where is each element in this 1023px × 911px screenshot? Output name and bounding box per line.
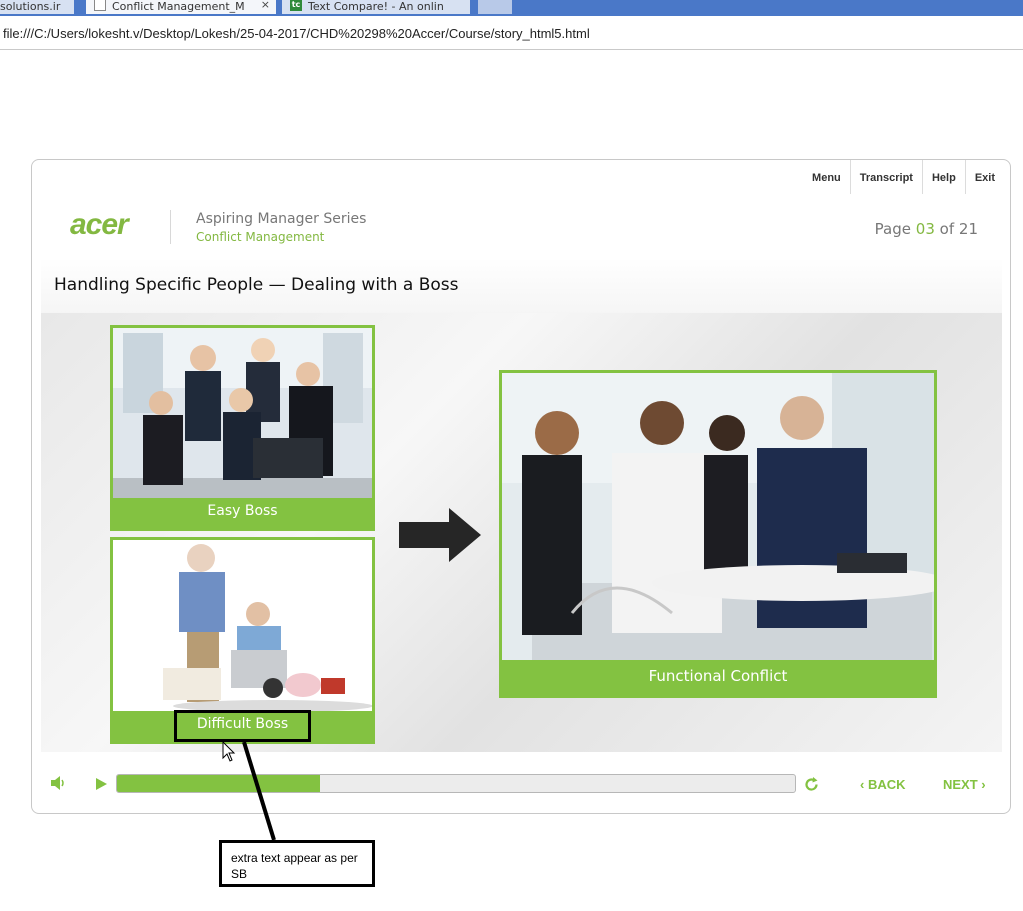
player-top-nav: Menu Transcript Help Exit	[803, 160, 1004, 194]
header-divider	[170, 210, 171, 244]
easy-boss-photo	[113, 328, 372, 498]
tab-label: solutions.ir	[0, 0, 61, 13]
browser-tab[interactable]: tc Text Compare! - An onlin	[282, 0, 470, 14]
functional-conflict-label: Functional Conflict	[648, 667, 788, 685]
progress-bar[interactable]	[116, 774, 796, 793]
slide-title: Handling Specific People — Dealing with …	[54, 275, 459, 295]
mouse-cursor-icon	[222, 741, 236, 762]
series-title: Aspiring Manager Series	[196, 211, 367, 227]
speaker-icon[interactable]	[50, 775, 66, 791]
tab-label: Text Compare! - An onlin	[308, 0, 444, 13]
slide-title-bar: Handling Specific People — Dealing with …	[41, 258, 1002, 314]
highlight-box	[174, 710, 311, 742]
acer-logo: acer	[70, 208, 129, 241]
playback-controls: ‹ BACK NEXT ›	[32, 760, 1012, 810]
progress-fill	[117, 775, 321, 792]
back-button[interactable]: ‹ BACK	[860, 777, 906, 792]
help-button[interactable]: Help	[921, 160, 965, 194]
menu-button[interactable]: Menu	[803, 160, 850, 194]
page-prefix: Page	[874, 220, 911, 238]
page-current: 03	[915, 220, 935, 238]
address-bar[interactable]: file:///C:/Users/lokesht.v/Desktop/Lokes…	[0, 16, 1023, 50]
easy-boss-card[interactable]: Easy Boss	[110, 325, 375, 531]
page-total: 21	[958, 220, 978, 238]
document-favicon-icon	[94, 0, 106, 11]
browser-tab-active[interactable]: Conflict Management_M ×	[86, 0, 276, 14]
review-callout: extra text appear as per SB	[219, 840, 375, 887]
url-text[interactable]: file:///C:/Users/lokesht.v/Desktop/Lokes…	[3, 26, 590, 41]
close-icon[interactable]: ×	[261, 0, 270, 11]
easy-boss-label: Easy Boss	[207, 503, 278, 519]
replay-icon[interactable]	[803, 776, 820, 793]
new-tab-button[interactable]	[478, 0, 512, 14]
exit-button[interactable]: Exit	[964, 160, 1004, 194]
slide-stage: Easy Boss Difficult Boss Functional Conf…	[41, 313, 1002, 752]
transcript-button[interactable]: Transcript	[849, 160, 922, 194]
arrow-right-icon	[399, 508, 481, 562]
tab-label: Conflict Management_M	[112, 0, 245, 13]
browser-tab[interactable]: solutions.ir	[0, 0, 74, 14]
functional-conflict-card[interactable]: Functional Conflict	[499, 370, 937, 698]
next-button[interactable]: NEXT ›	[943, 777, 986, 792]
page-separator: of	[939, 220, 955, 238]
browser-tab-bar: solutions.ir Conflict Management_M × tc …	[0, 0, 1023, 16]
course-title: Conflict Management	[196, 230, 325, 244]
play-icon[interactable]	[94, 777, 108, 791]
text-compare-favicon-icon: tc	[290, 0, 302, 11]
functional-conflict-photo	[502, 373, 934, 660]
page-counter: Page 03 of 21	[875, 220, 978, 238]
difficult-boss-photo	[113, 540, 372, 711]
